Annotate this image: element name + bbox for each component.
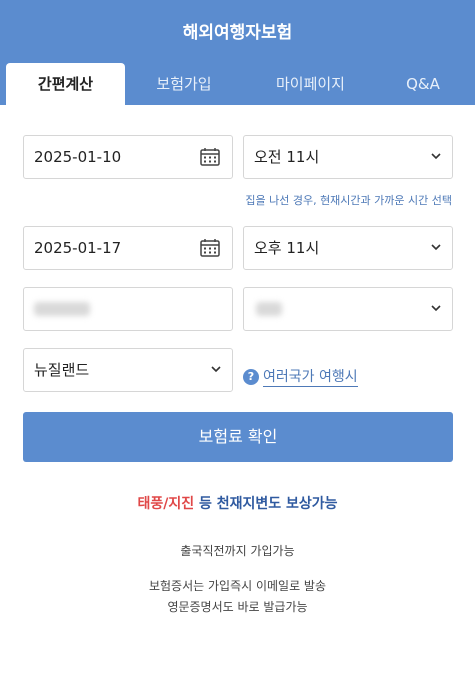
end-time-select[interactable]: 오후 11시 xyxy=(243,226,453,270)
note-line-1: 출국직전까지 가입가능 xyxy=(180,544,295,558)
departure-time-hint: 집을 나선 경우, 현재시간과 가까운 시간 선택 xyxy=(245,194,452,207)
app-header: 해외여행자보험 간편계산 보험가입 마이페이지 Q&A xyxy=(0,0,475,105)
tab-my-page[interactable]: 마이페이지 xyxy=(243,63,378,105)
tab-qna[interactable]: Q&A xyxy=(378,63,468,105)
tab-subscribe[interactable]: 보험가입 xyxy=(125,63,243,105)
end-date-value: 2025-01-17 xyxy=(34,239,122,257)
calendar-icon[interactable] xyxy=(200,148,220,166)
start-time-value: 오전 11시 xyxy=(254,148,320,166)
promo-highlight: 태풍/지진 xyxy=(137,496,195,512)
chevron-down-icon xyxy=(431,244,441,251)
country-value: 뉴질랜드 xyxy=(34,361,90,379)
start-time-select[interactable]: 오전 11시 xyxy=(243,135,453,179)
note-line-2: 보험증서는 가입즉시 이메일로 발송 xyxy=(148,579,327,593)
check-premium-button[interactable]: 보험료 확인 xyxy=(23,412,453,462)
redacted-value xyxy=(256,302,282,316)
calendar-icon[interactable] xyxy=(200,239,220,257)
tab-bar: 간편계산 보험가입 마이페이지 Q&A xyxy=(0,63,475,105)
birthdate-input[interactable] xyxy=(23,287,233,331)
end-date-input[interactable]: 2025-01-17 xyxy=(23,226,233,270)
redacted-value xyxy=(34,302,90,316)
note-line-3: 영문증명서도 바로 발급가능 xyxy=(167,600,308,614)
end-time-value: 오후 11시 xyxy=(254,239,320,257)
page-title: 해외여행자보험 xyxy=(182,23,293,43)
help-icon: ? xyxy=(243,369,259,385)
tab-quick-calc[interactable]: 간편계산 xyxy=(6,63,125,105)
chevron-down-icon xyxy=(431,305,441,312)
promo-rest: 등 천재지변도 보상가능 xyxy=(194,496,338,512)
country-select[interactable]: 뉴질랜드 xyxy=(23,348,233,392)
start-date-input[interactable]: 2025-01-10 xyxy=(23,135,233,179)
gender-select[interactable] xyxy=(243,287,453,331)
start-date-value: 2025-01-10 xyxy=(34,148,122,166)
chevron-down-icon xyxy=(431,153,441,160)
multi-country-label: 여러국가 여행시 xyxy=(263,369,358,387)
chevron-down-icon xyxy=(211,366,221,373)
promo-text: 태풍/지진 등 천재지변도 보상가능 xyxy=(0,493,475,513)
